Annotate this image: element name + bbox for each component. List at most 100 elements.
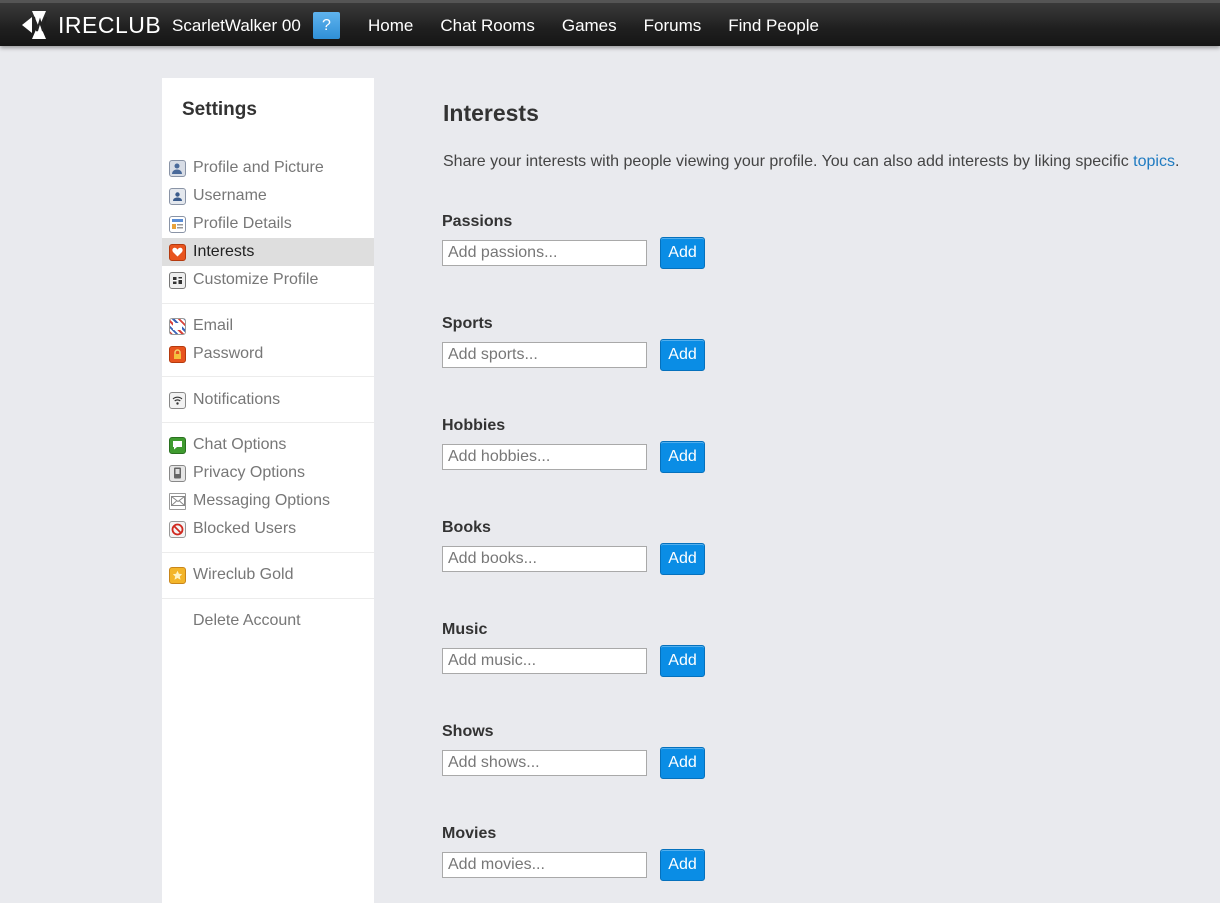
sports-row: Add bbox=[442, 339, 705, 371]
music-label: Music bbox=[442, 621, 488, 638]
nav-games[interactable]: Games bbox=[562, 16, 617, 36]
sidebar-item-wireclub-gold[interactable]: Wireclub Gold bbox=[162, 561, 374, 589]
sidebar-item-label: Username bbox=[193, 187, 267, 204]
nav-forums[interactable]: Forums bbox=[644, 16, 702, 36]
sidebar-item-label: Privacy Options bbox=[193, 464, 306, 481]
nav-chat-rooms[interactable]: Chat Rooms bbox=[440, 16, 534, 36]
heart-icon bbox=[169, 243, 186, 261]
main-nav: Home Chat Rooms Games Forums Find People bbox=[368, 16, 846, 36]
sidebar-item-email[interactable]: Email bbox=[162, 312, 374, 340]
sidebar-item-label: Messaging Options bbox=[193, 492, 330, 509]
intro-period: . bbox=[1174, 153, 1180, 170]
logo-text: IRECLUB bbox=[58, 11, 162, 38]
add-shows-button[interactable]: Add bbox=[660, 747, 705, 779]
sidebar-item-label: Interests bbox=[193, 243, 255, 260]
settings-sidebar: Settings Profile and Picture Username Pr… bbox=[162, 78, 374, 903]
passions-row: Add bbox=[442, 237, 705, 269]
sidebar-item-password[interactable]: Password bbox=[162, 340, 374, 368]
sports-input[interactable] bbox=[442, 342, 647, 368]
shows-section: Shows Add bbox=[442, 723, 712, 779]
sidebar-group-gold: Wireclub Gold bbox=[162, 561, 374, 589]
sidebar-item-profile-picture[interactable]: Profile and Picture bbox=[162, 154, 374, 182]
sidebar-divider bbox=[162, 376, 374, 377]
books-section: Books Add bbox=[442, 519, 712, 575]
nav-home[interactable]: Home bbox=[368, 16, 413, 36]
sidebar-item-interests[interactable]: Interests bbox=[162, 238, 374, 266]
sidebar-item-chat-options[interactable]: Chat Options bbox=[162, 431, 374, 459]
sidebar-item-label: Email bbox=[193, 317, 234, 334]
hobbies-row: Add bbox=[442, 441, 705, 473]
passions-label: Passions bbox=[442, 213, 513, 230]
passions-section: Passions Add bbox=[442, 213, 712, 269]
sidebar-item-profile-details[interactable]: Profile Details bbox=[162, 210, 374, 238]
user-badge-icon bbox=[169, 187, 186, 205]
sidebar-item-label: Wireclub Gold bbox=[193, 566, 294, 583]
sidebar-item-username[interactable]: Username bbox=[162, 182, 374, 210]
shows-label: Shows bbox=[442, 723, 494, 740]
sidebar-item-delete-account[interactable]: Delete Account bbox=[162, 607, 374, 635]
sidebar-item-label: Notifications bbox=[193, 391, 281, 408]
books-input[interactable] bbox=[442, 546, 647, 572]
sidebar-item-label: Chat Options bbox=[193, 436, 287, 453]
sidebar-group-account: Email Password bbox=[162, 312, 374, 368]
sidebar-item-label: Customize Profile bbox=[193, 271, 319, 288]
envelope-airmail-icon bbox=[169, 317, 186, 335]
hobbies-input[interactable] bbox=[442, 444, 647, 470]
top-navigation-bar: IRECLUB ScarletWalker 00 ? Home Chat Roo… bbox=[0, 0, 1220, 46]
sidebar-title: Settings bbox=[182, 99, 257, 120]
sidebar-item-label: Profile and Picture bbox=[193, 159, 324, 176]
gold-star-icon bbox=[169, 566, 186, 584]
sidebar-divider bbox=[162, 598, 374, 599]
sidebar-item-label: Password bbox=[193, 345, 264, 362]
sidebar-item-customize-profile[interactable]: Customize Profile bbox=[162, 266, 374, 294]
shows-input[interactable] bbox=[442, 750, 647, 776]
privacy-shield-icon bbox=[169, 464, 186, 482]
sidebar-item-blocked-users[interactable]: Blocked Users bbox=[162, 515, 374, 543]
music-row: Add bbox=[442, 645, 705, 677]
passions-input[interactable] bbox=[442, 240, 647, 266]
topics-link[interactable]: topics bbox=[1133, 153, 1175, 170]
sidebar-item-notifications[interactable]: Notifications bbox=[162, 386, 374, 414]
sidebar-item-messaging-options[interactable]: Messaging Options bbox=[162, 487, 374, 515]
add-passions-button[interactable]: Add bbox=[660, 237, 705, 269]
movies-label: Movies bbox=[442, 825, 497, 842]
blocked-icon bbox=[169, 520, 186, 538]
username-link[interactable]: ScarletWalker 00 bbox=[172, 16, 301, 36]
sidebar-item-label: Blocked Users bbox=[193, 520, 297, 537]
wireclub-logo-icon bbox=[22, 11, 47, 39]
sidebar-divider bbox=[162, 422, 374, 423]
movies-section: Movies Add bbox=[442, 825, 712, 881]
wireclub-logo[interactable]: IRECLUB bbox=[20, 7, 161, 43]
intro-text: Share your interests with people viewing… bbox=[443, 153, 1179, 171]
books-row: Add bbox=[442, 543, 705, 575]
sports-section: Sports Add bbox=[442, 315, 712, 371]
sidebar-group-notifications: Notifications bbox=[162, 386, 374, 414]
shows-row: Add bbox=[442, 747, 705, 779]
sports-label: Sports bbox=[442, 315, 493, 332]
music-section: Music Add bbox=[442, 621, 712, 677]
add-sports-button[interactable]: Add bbox=[660, 339, 705, 371]
profile-details-icon bbox=[169, 215, 186, 233]
blank-icon-spacer bbox=[169, 613, 186, 630]
add-movies-button[interactable]: Add bbox=[660, 849, 705, 881]
movies-input[interactable] bbox=[442, 852, 647, 878]
profile-picture-icon bbox=[169, 159, 186, 177]
add-hobbies-button[interactable]: Add bbox=[660, 441, 705, 473]
lock-icon bbox=[169, 345, 186, 363]
sidebar-item-privacy-options[interactable]: Privacy Options bbox=[162, 459, 374, 487]
add-books-button[interactable]: Add bbox=[660, 543, 705, 575]
help-question-icon[interactable]: ? bbox=[313, 12, 340, 39]
envelope-icon bbox=[169, 492, 186, 510]
sidebar-divider bbox=[162, 303, 374, 304]
hobbies-section: Hobbies Add bbox=[442, 417, 712, 473]
wifi-signal-icon bbox=[169, 391, 186, 409]
nav-find-people[interactable]: Find People bbox=[728, 16, 819, 36]
chat-bubble-icon bbox=[169, 436, 186, 454]
sidebar-item-label: Profile Details bbox=[193, 215, 292, 232]
books-label: Books bbox=[442, 519, 491, 536]
add-music-button[interactable]: Add bbox=[660, 645, 705, 677]
intro-body: Share your interests with people viewing… bbox=[443, 153, 1134, 170]
music-input[interactable] bbox=[442, 648, 647, 674]
sidebar-group-delete: Delete Account bbox=[162, 607, 374, 635]
sidebar-group-profile: Profile and Picture Username Profile Det… bbox=[162, 154, 374, 294]
